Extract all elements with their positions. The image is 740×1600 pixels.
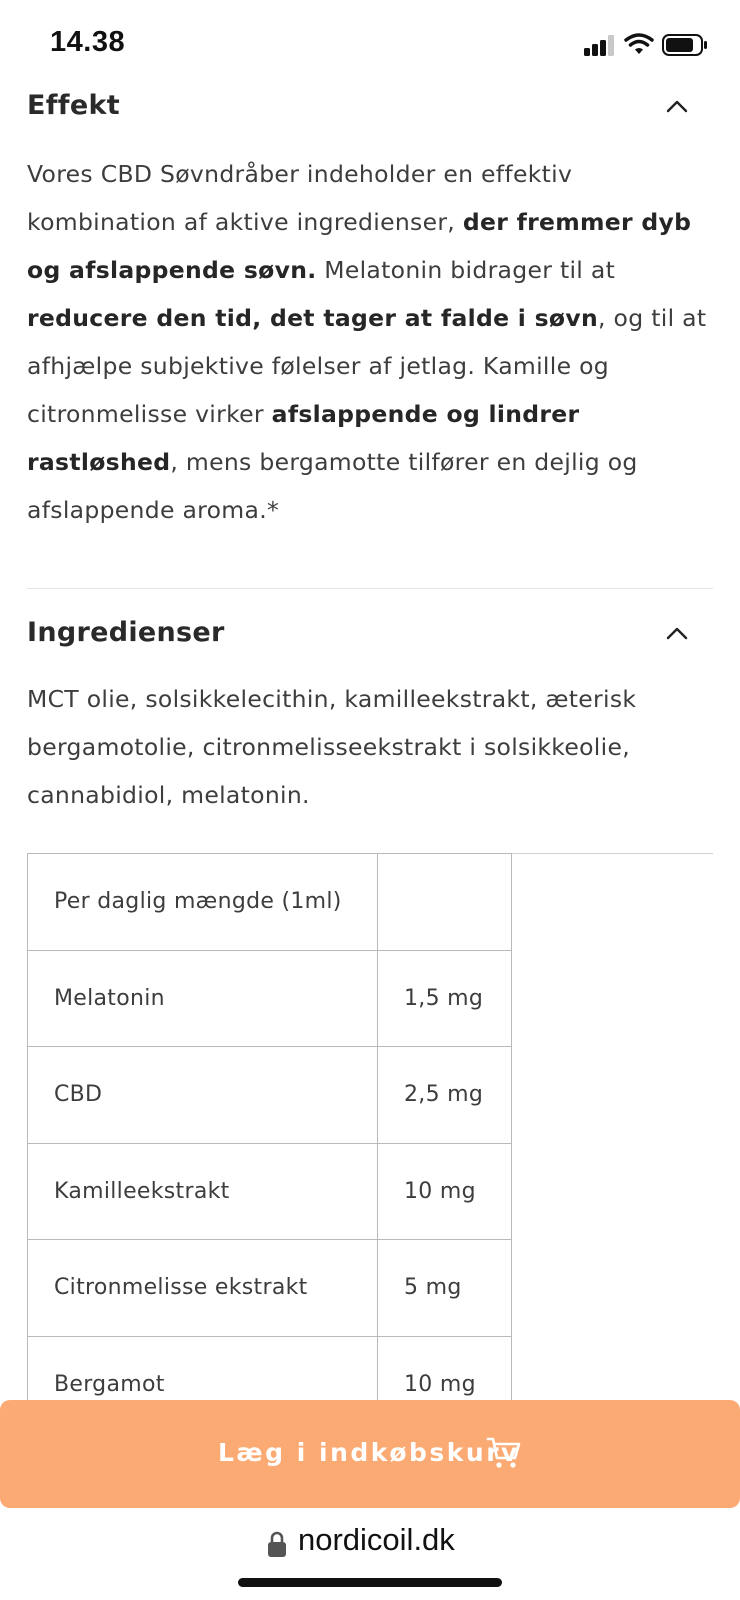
add-to-cart-label: Læg i indkøbskurv bbox=[218, 1438, 520, 1467]
ingredient-amount: 2,5 mg bbox=[377, 1046, 512, 1144]
table-header-cell: Per daglig mængde (1ml) bbox=[27, 853, 378, 951]
table-header-row: Per daglig mængde (1ml) bbox=[27, 853, 512, 951]
accordion-header-ingredienser[interactable]: Ingredienser bbox=[27, 607, 713, 667]
url-domain: nordicoil.dk bbox=[298, 1522, 455, 1557]
nutrition-table: Per daglig mængde (1ml) Melatonin 1,5 mg… bbox=[27, 853, 512, 1433]
battery-icon bbox=[662, 34, 707, 56]
ingredient-amount: 5 mg bbox=[377, 1239, 512, 1337]
section-divider bbox=[27, 588, 713, 589]
ingredient-name: Kamilleekstrakt bbox=[27, 1142, 378, 1240]
wifi-icon bbox=[624, 33, 654, 54]
ingredients-list: MCT olie, solsikkelecithin, kamilleekstr… bbox=[27, 685, 637, 809]
table-row: CBD 2,5 mg bbox=[27, 1046, 512, 1144]
ingredient-amount: 1,5 mg bbox=[377, 949, 512, 1047]
status-time: 14.38 bbox=[50, 26, 126, 58]
ingredient-name: CBD bbox=[27, 1046, 378, 1144]
lock-icon bbox=[268, 1531, 286, 1557]
effekt-description: Vores CBD Søvndråber indeholder en effek… bbox=[27, 150, 713, 534]
accordion-header-effekt[interactable]: Effekt bbox=[27, 80, 713, 140]
cart-icon bbox=[486, 1437, 521, 1468]
signal-icon bbox=[584, 34, 616, 56]
table-header-cell-empty bbox=[377, 853, 512, 951]
ingredient-name: Citronmelisse ekstrakt bbox=[27, 1239, 378, 1337]
status-bar: 14.38 bbox=[0, 0, 740, 80]
add-to-cart-button[interactable]: Læg i indkøbskurv bbox=[0, 1400, 740, 1508]
browser-address-bar[interactable]: nordicoil.dk bbox=[0, 1508, 740, 1600]
table-row: Melatonin 1,5 mg bbox=[27, 949, 512, 1047]
ingredient-amount: 10 mg bbox=[377, 1142, 512, 1240]
table-row: Kamilleekstrakt 10 mg bbox=[27, 1142, 512, 1240]
home-indicator[interactable] bbox=[238, 1578, 502, 1587]
table-row: Citronmelisse ekstrakt 5 mg bbox=[27, 1239, 512, 1337]
product-details: Effekt Vores CBD Søvndråber indeholder e… bbox=[27, 80, 713, 819]
section-title-ingredienser: Ingredienser bbox=[27, 617, 225, 648]
chevron-up-icon[interactable] bbox=[665, 98, 689, 114]
section-title-effekt: Effekt bbox=[27, 90, 120, 121]
chevron-up-icon[interactable] bbox=[665, 625, 689, 641]
ingredient-name: Melatonin bbox=[27, 949, 378, 1047]
effekt-text-segment: Melatonin bidrager til at bbox=[316, 256, 616, 284]
effekt-highlight: reducere den tid, det tager at falde i s… bbox=[27, 304, 599, 332]
